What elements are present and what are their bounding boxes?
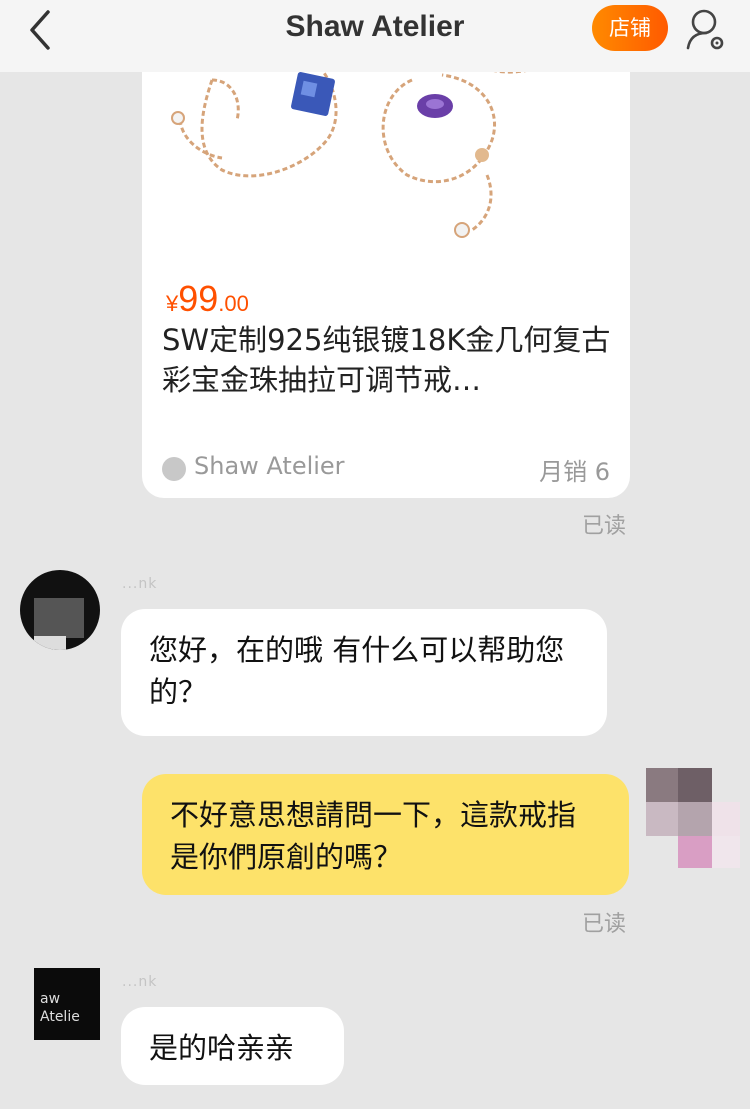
avatar-logo: aw Atelie <box>34 968 100 1040</box>
product-shop-name: Shaw Atelier <box>194 452 345 480</box>
product-title[interactable]: SW定制925纯银镀18K金几何复古彩宝金珠抽拉可调节戒… <box>162 320 612 400</box>
avatar[interactable]: aw Atelie <box>20 968 100 1048</box>
chat-header: Shaw Atelier 店铺 <box>0 0 750 72</box>
product-image[interactable] <box>142 40 630 255</box>
price-currency: ¥ <box>166 291 179 316</box>
read-status: 已读 <box>582 514 627 539</box>
price-decimal: .00 <box>218 291 249 316</box>
read-status: 已读 <box>582 912 627 937</box>
message-bubble[interactable]: 是的哈亲亲 <box>121 1007 344 1085</box>
message-bubble[interactable]: 您好，在的哦 有什么可以帮助您的？ <box>121 609 607 736</box>
shop-icon <box>162 457 186 481</box>
price-integer: 99 <box>178 278 219 319</box>
my-avatar[interactable] <box>646 768 740 868</box>
product-price: ¥99.00 <box>166 278 249 320</box>
sender-name: ...nk <box>122 974 158 990</box>
avatar[interactable] <box>20 570 100 650</box>
product-shop-row: Shaw Atelier 月销 6 <box>162 452 610 486</box>
user-settings-icon[interactable] <box>684 6 728 52</box>
my-message-bubble[interactable]: 不好意思想請問一下，這款戒指是你們原創的嗎？ <box>142 774 629 895</box>
sender-name: ...nk <box>122 576 158 592</box>
monthly-sales: 月销 6 <box>539 458 610 486</box>
product-card[interactable]: ¥99.00 SW定制925纯银镀18K金几何复古彩宝金珠抽拉可调节戒… Sha… <box>142 40 630 498</box>
shop-button[interactable]: 店铺 <box>592 5 668 51</box>
